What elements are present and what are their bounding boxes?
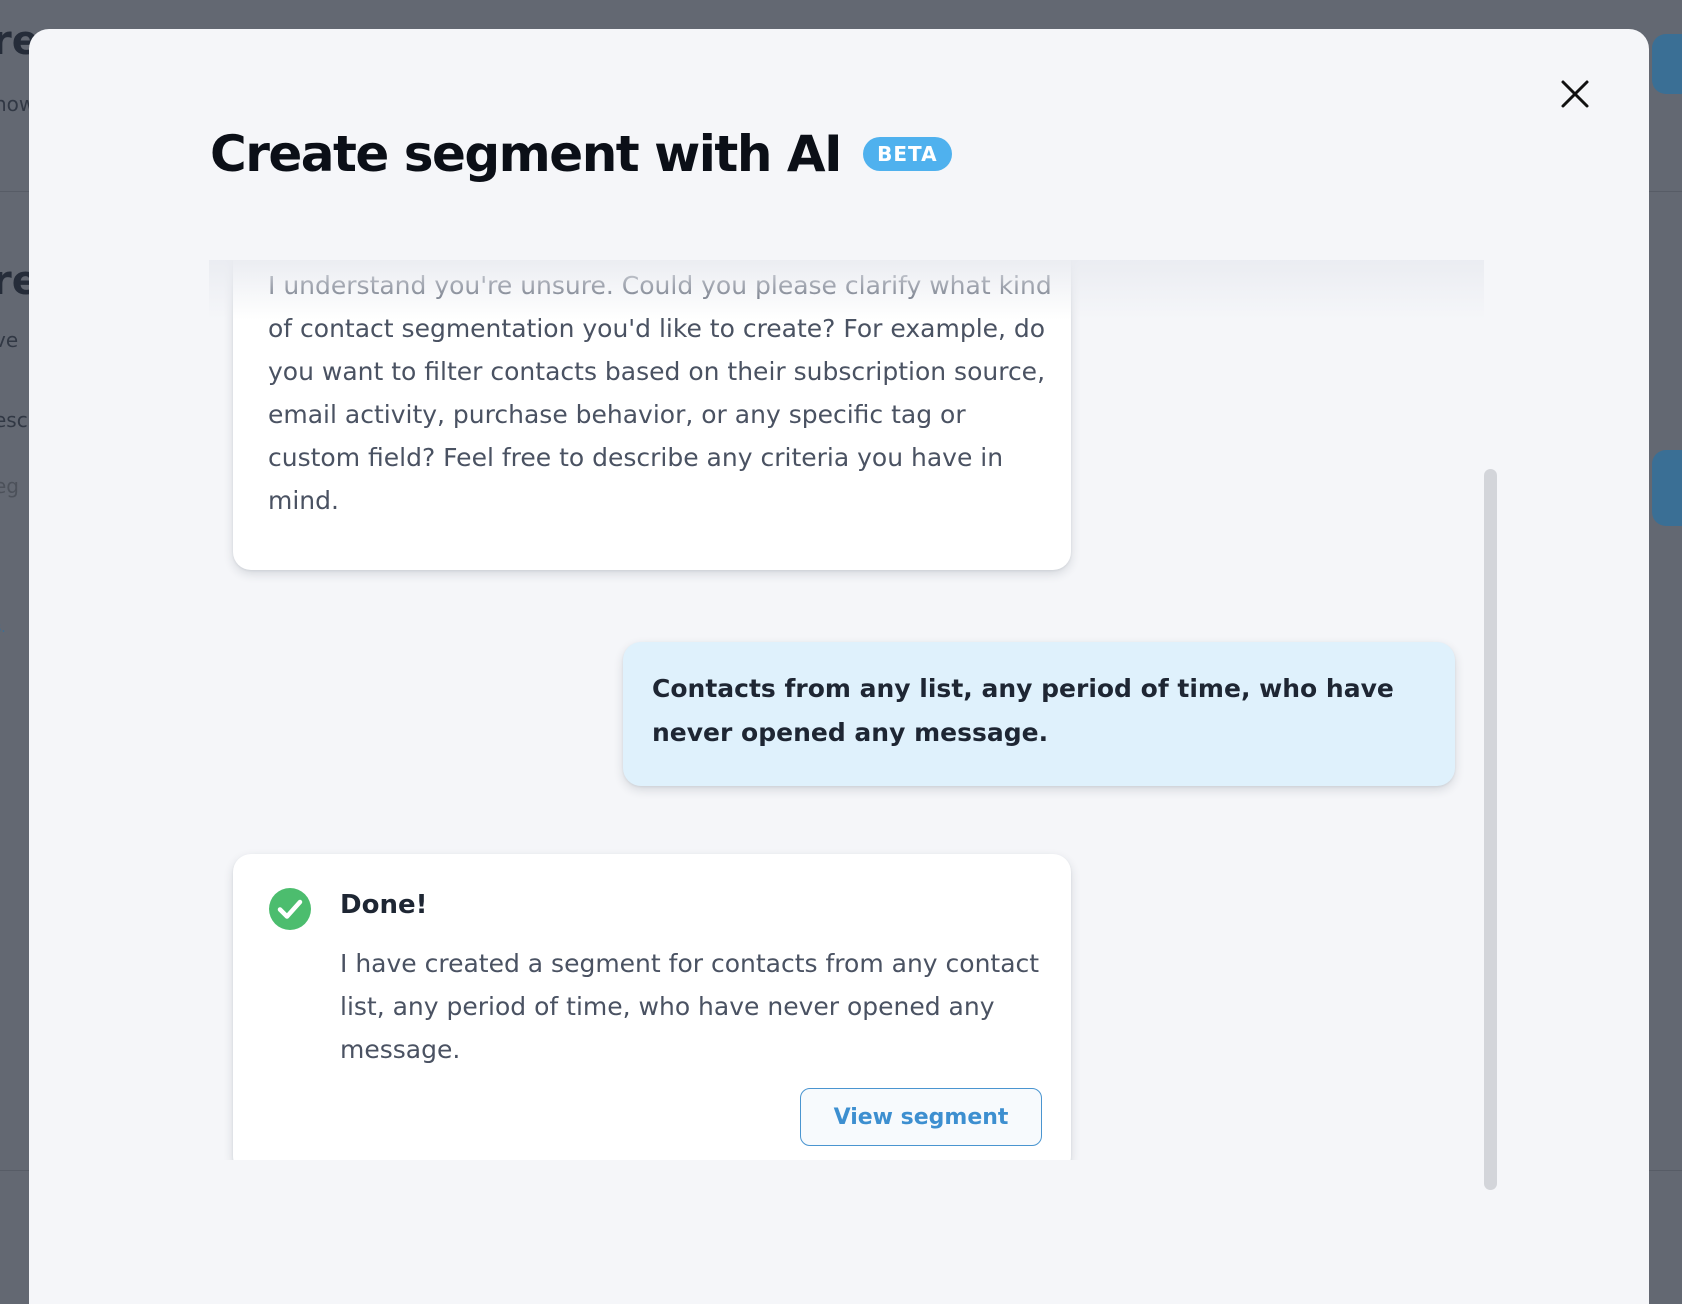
background-text-fragment: s. <box>0 620 6 636</box>
background-text-fragment: ve <box>0 328 19 352</box>
message-text: I understand you're unsure. Could you pl… <box>268 271 1052 515</box>
background-edge-button <box>1652 450 1682 526</box>
message-text: Contacts from any list, any period of ti… <box>652 674 1394 747</box>
background-edge-button <box>1652 34 1682 94</box>
ai-segment-modal: Create segment with AI BETA I understand… <box>29 29 1649 1304</box>
chat-scrollbar[interactable] <box>1484 469 1497 1190</box>
background-text-fragment: eg <box>0 474 19 498</box>
modal-header: Create segment with AI BETA <box>210 125 952 183</box>
assistant-result-message: Done! I have created a segment for conta… <box>233 854 1071 1160</box>
close-icon <box>1557 76 1593 112</box>
chat-thread[interactable]: I understand you're unsure. Could you pl… <box>209 260 1484 1160</box>
view-segment-button[interactable]: View segment <box>800 1088 1042 1146</box>
user-message: Contacts from any list, any period of ti… <box>623 642 1455 786</box>
modal-title: Create segment with AI <box>210 125 843 183</box>
message-text: I have created a segment for contacts fr… <box>340 949 1040 1064</box>
result-title: Done! <box>340 890 428 920</box>
background-text-fragment: esc <box>0 408 28 432</box>
assistant-message: I understand you're unsure. Could you pl… <box>233 260 1071 570</box>
check-circle-icon <box>268 887 312 931</box>
close-button[interactable] <box>1557 76 1593 112</box>
beta-badge: BETA <box>863 137 952 171</box>
